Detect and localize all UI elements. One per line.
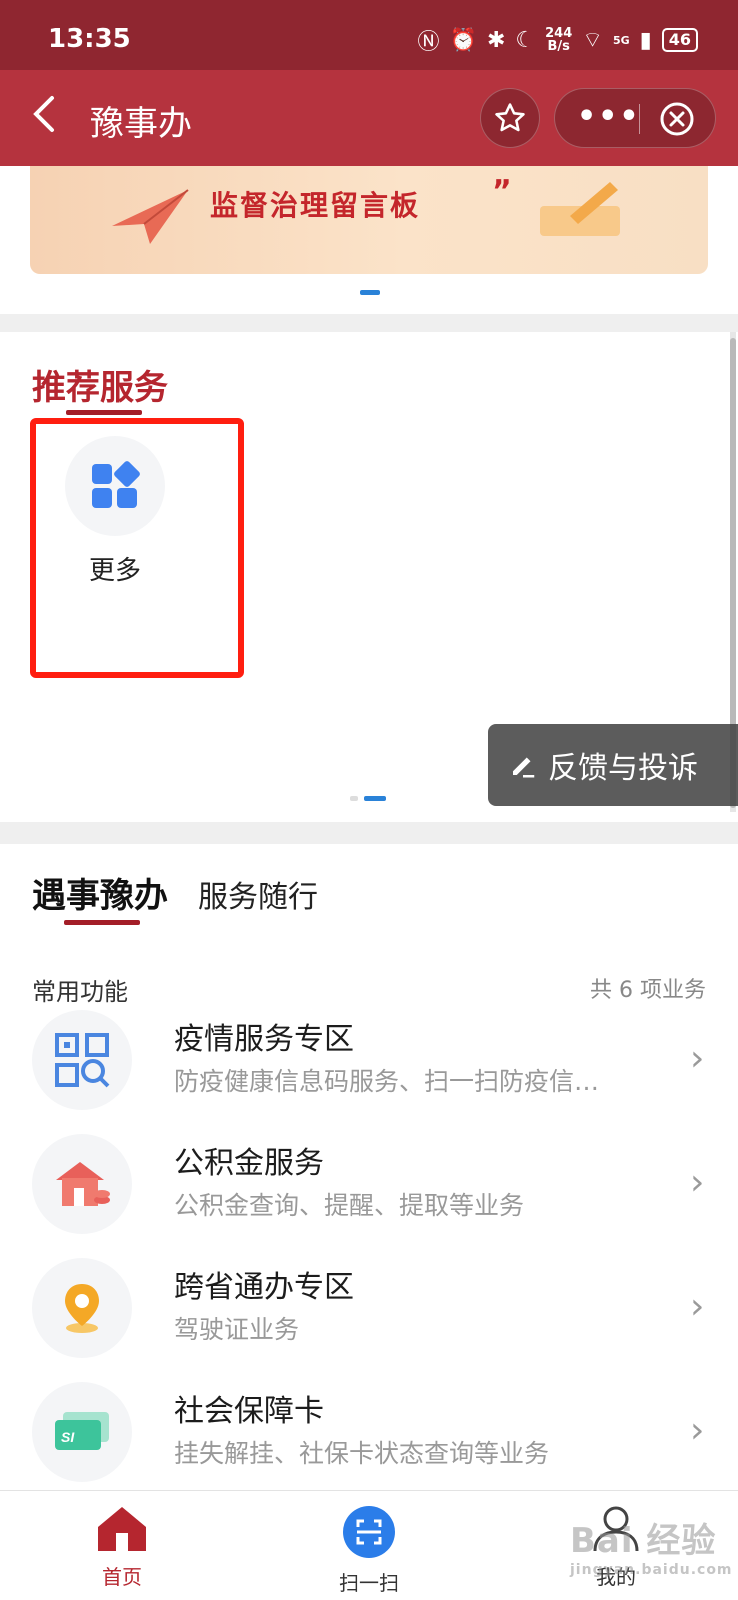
- more-options-button[interactable]: •••: [577, 99, 641, 134]
- list-item[interactable]: 公积金服务 公积金查询、提醒、提取等业务 ›: [0, 1134, 738, 1254]
- recommended-pager: [350, 796, 386, 801]
- net-speed: 244 B/s: [545, 26, 573, 54]
- favorite-button[interactable]: [480, 88, 540, 148]
- nav-bar: 豫事办 •••: [0, 70, 738, 166]
- battery-indicator: 46: [661, 28, 698, 52]
- watermark: Bai 经验 jingyan.baidu.com: [570, 1521, 733, 1578]
- service-subtitle: 驾驶证业务: [174, 1315, 300, 1344]
- home-icon: [98, 1507, 146, 1551]
- recommended-title: 推荐服务: [32, 368, 168, 408]
- moon-icon: ☾: [515, 27, 536, 53]
- status-time: 13:35: [48, 24, 131, 54]
- service-title: 跨省通办专区: [174, 1270, 354, 1305]
- chevron-left-icon: [33, 96, 54, 132]
- banner-section: 监督治理留言板 ”: [0, 166, 738, 314]
- tab-home[interactable]: 首页: [52, 1505, 192, 1590]
- bluetooth-icon: ✱: [486, 27, 506, 53]
- service-subtitle: 防疫健康信息码服务、扫一扫防疫信…: [174, 1067, 600, 1096]
- highlight-annotation: [30, 418, 244, 678]
- chevron-right-icon: ›: [690, 1162, 705, 1203]
- mini-program-capsule: •••: [554, 88, 716, 148]
- list-item[interactable]: 跨省通办专区 驾驶证业务 ›: [0, 1258, 738, 1378]
- tab-scan[interactable]: 扫一扫: [299, 1505, 439, 1596]
- feedback-label: 反馈与投诉: [548, 751, 698, 786]
- banner-pager-dot: [360, 290, 380, 295]
- paper-plane-icon: [112, 189, 189, 244]
- service-title: 疫情服务专区: [174, 1022, 354, 1057]
- pencil-icon: [540, 182, 620, 236]
- capsule-divider: [639, 104, 640, 134]
- alarm-icon: ⏰: [449, 27, 477, 53]
- wifi-icon: ⌔: [582, 28, 603, 53]
- service-count: 共 6 项业务: [590, 978, 706, 1003]
- feedback-button[interactable]: 反馈与投诉: [488, 724, 738, 806]
- service-subtitle: 公积金查询、提醒、提取等业务: [174, 1191, 525, 1220]
- location-pin-icon: [32, 1258, 132, 1358]
- close-button[interactable]: [659, 101, 695, 141]
- chevron-right-icon: ›: [690, 1038, 705, 1079]
- service-title: 社会保障卡: [174, 1394, 324, 1429]
- quote-mark: ”: [492, 174, 512, 209]
- tab-service-follow[interactable]: 服务随行: [198, 872, 318, 916]
- nfc-icon: Ⓝ: [417, 30, 440, 55]
- close-circle-icon: [660, 102, 694, 136]
- tab-home-label: 首页: [102, 1565, 142, 1589]
- services-section: 遇事豫办 服务随行 常用功能 共 6 项业务 疫情服务专区 防疫健康信息码服务、…: [0, 844, 738, 1490]
- common-functions-label: 常用功能: [32, 978, 128, 1006]
- svg-text:SI: SI: [61, 1429, 75, 1445]
- service-title: 公积金服务: [174, 1146, 324, 1181]
- star-icon: [495, 103, 525, 132]
- status-bar: 13:35 Ⓝ ⏰ ✱ ☾ 244 B/s ⌔ 5G ▮ 46: [0, 0, 738, 70]
- title-underline: [66, 410, 142, 415]
- qr-code-icon: [32, 1010, 132, 1110]
- network-type: 5G: [612, 33, 630, 47]
- banner-image[interactable]: 监督治理留言板 ”: [30, 166, 708, 274]
- tab-encounter[interactable]: 遇事豫办: [32, 868, 168, 917]
- chevron-right-icon: ›: [690, 1286, 705, 1327]
- house-fund-icon: [32, 1134, 132, 1234]
- edit-icon: [513, 757, 535, 778]
- active-tab-underline: [64, 920, 140, 925]
- service-subtitle: 挂失解挂、社保卡状态查询等业务: [174, 1439, 550, 1468]
- page-title: 豫事办: [90, 104, 192, 144]
- tab-scan-label: 扫一扫: [339, 1571, 399, 1595]
- list-item[interactable]: 疫情服务专区 防疫健康信息码服务、扫一扫防疫信… ›: [0, 1010, 738, 1130]
- chevron-right-icon: ›: [690, 1410, 705, 1451]
- signal-icon: ▮: [639, 27, 652, 53]
- list-item[interactable]: SI 社会保障卡 挂失解挂、社保卡状态查询等业务 ›: [0, 1382, 738, 1502]
- banner-text: 监督治理留言板: [210, 189, 421, 222]
- back-button[interactable]: [30, 92, 58, 144]
- bottom-tab-bar: 首页 扫一扫 我的 Bai 经验 jingyan.baidu.com: [0, 1490, 738, 1600]
- scan-icon: [343, 1506, 395, 1558]
- social-security-card-icon: SI: [32, 1382, 132, 1482]
- status-icons: Ⓝ ⏰ ✱ ☾ 244 B/s ⌔ 5G ▮ 46: [418, 24, 698, 56]
